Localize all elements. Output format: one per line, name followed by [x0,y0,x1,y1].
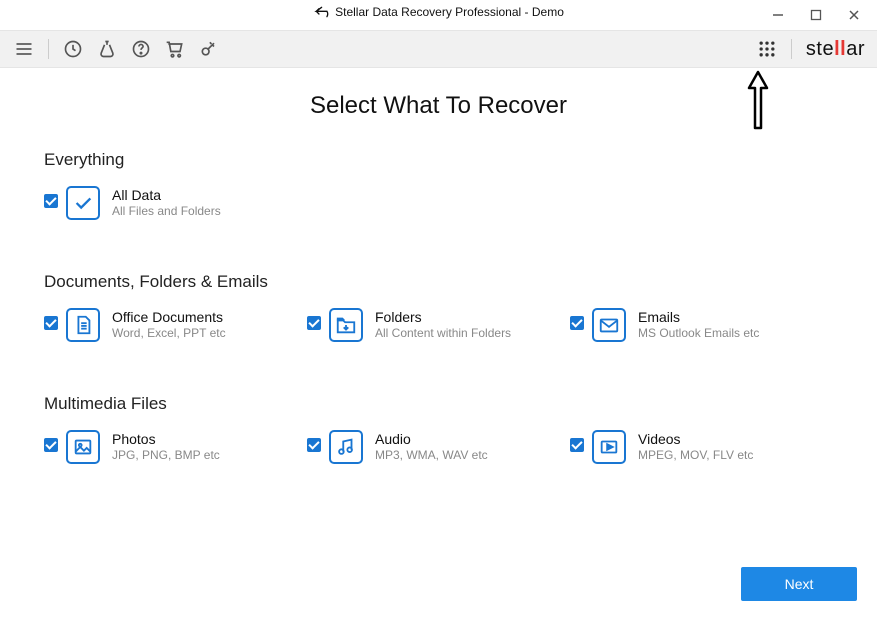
folder-icon[interactable] [329,308,363,342]
toolbar-separator [48,39,49,59]
option-subtitle: All Content within Folders [375,326,511,342]
option-subtitle: MS Outlook Emails etc [638,326,759,342]
section-title-documents: Documents, Folders & Emails [44,272,833,292]
option-photos: Photos JPG, PNG, BMP etc [44,430,307,464]
menu-button[interactable] [14,39,34,59]
window-title: Stellar Data Recovery Professional - Dem… [335,5,564,19]
option-emails: Emails MS Outlook Emails etc [570,308,833,342]
option-all-data: All Data All Files and Folders [44,186,307,220]
option-audio: Audio MP3, WMA, WAV etc [307,430,570,464]
checkbox-all-data[interactable] [44,194,58,208]
main-content: Select What To Recover Everything All Da… [0,68,877,464]
help-icon[interactable] [131,39,151,59]
checkbox-photos[interactable] [44,438,58,452]
photo-icon[interactable] [66,430,100,464]
option-title: Emails [638,308,759,326]
checkbox-office[interactable] [44,316,58,330]
checkbox-folders[interactable] [307,316,321,330]
title-bar-center: Stellar Data Recovery Professional - Dem… [313,4,564,20]
toolbar-left [14,39,219,59]
next-button[interactable]: Next [741,567,857,601]
option-folders: Folders All Content within Folders [307,308,570,342]
section-multimedia: Multimedia Files Photos JPG, PNG, BMP et… [44,394,833,464]
title-bar: Stellar Data Recovery Professional - Dem… [0,0,877,30]
apps-grid-icon[interactable] [757,39,777,59]
section-documents: Documents, Folders & Emails Office Docum… [44,272,833,342]
option-subtitle: MP3, WMA, WAV etc [375,448,488,464]
section-title-multimedia: Multimedia Files [44,394,833,414]
all-data-icon[interactable] [66,186,100,220]
option-subtitle: JPG, PNG, BMP etc [112,448,220,464]
option-title: All Data [112,186,221,204]
footer: Next [741,567,857,601]
section-title-everything: Everything [44,150,833,170]
page-title: Select What To Recover [44,92,833,120]
option-title: Videos [638,430,753,448]
toolbar-right: stellar [757,38,865,61]
minimize-button[interactable] [763,4,793,26]
toolbar: stellar [0,30,877,68]
audio-icon[interactable] [329,430,363,464]
option-title: Audio [375,430,488,448]
brand-logo: stellar [806,38,865,61]
option-videos: Videos MPEG, MOV, FLV etc [570,430,833,464]
cart-icon[interactable] [165,39,185,59]
document-icon[interactable] [66,308,100,342]
option-title: Folders [375,308,511,326]
option-title: Photos [112,430,220,448]
checkbox-audio[interactable] [307,438,321,452]
option-title: Office Documents [112,308,226,326]
maximize-button[interactable] [801,4,831,26]
option-subtitle: All Files and Folders [112,204,221,220]
option-subtitle: Word, Excel, PPT etc [112,326,226,342]
email-icon[interactable] [592,308,626,342]
history-icon[interactable] [63,39,83,59]
checkbox-videos[interactable] [570,438,584,452]
close-button[interactable] [839,4,869,26]
lab-icon[interactable] [97,39,117,59]
window-controls [763,4,869,26]
option-subtitle: MPEG, MOV, FLV etc [638,448,753,464]
video-icon[interactable] [592,430,626,464]
checkbox-emails[interactable] [570,316,584,330]
section-everything: Everything All Data All Files and Folder… [44,150,833,220]
option-office-documents: Office Documents Word, Excel, PPT etc [44,308,307,342]
back-icon [313,4,329,20]
toolbar-separator [791,39,792,59]
key-icon[interactable] [199,39,219,59]
